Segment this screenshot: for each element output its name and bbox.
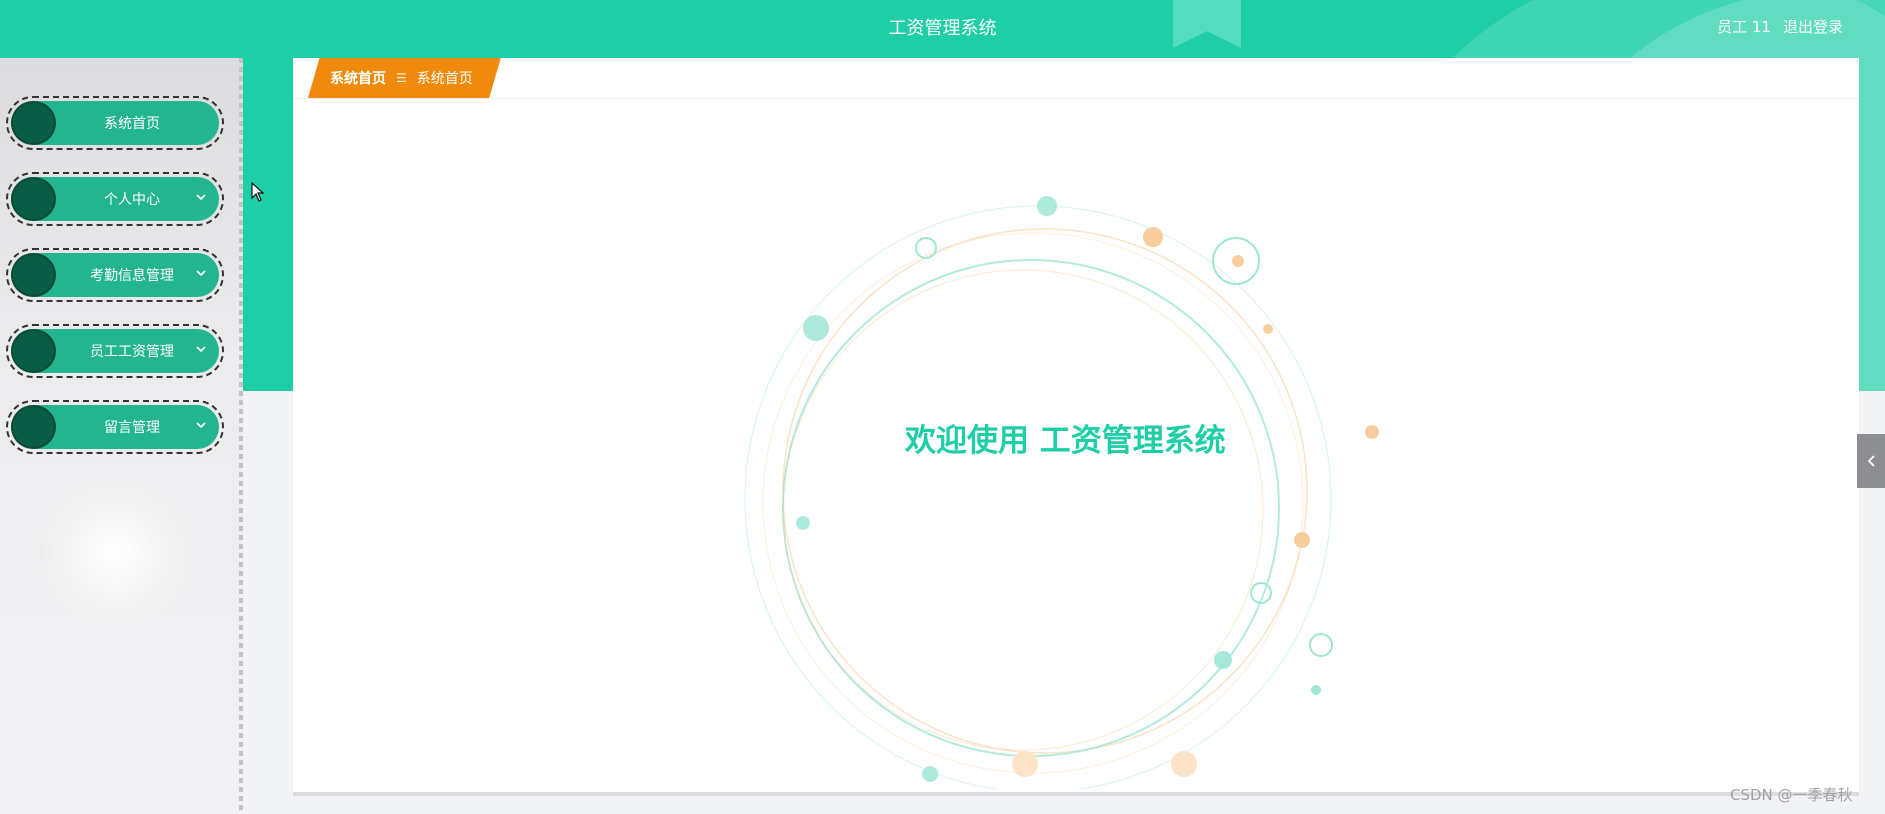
app-title: 工资管理系统 (888, 18, 997, 39)
chevron-down-icon[interactable] (195, 343, 207, 355)
chevron-down-icon[interactable] (195, 267, 207, 279)
sidebar-item-pill[interactable]: 留言管理 (11, 405, 219, 449)
breadcrumb-separator-icon: ☰ (396, 71, 407, 85)
app-window: 工资管理系统 员工 11 退出登录 系统首页 个人中心 考勤信息管理 员工工资管… (0, 0, 1885, 814)
sidebar-item-pill[interactable]: 系统首页 (11, 101, 219, 145)
collapse-tab[interactable] (1857, 434, 1885, 488)
nav-dot-icon (11, 329, 56, 373)
nav-dot-icon (11, 101, 56, 145)
sidebar-item-attendance[interactable]: 考勤信息管理 (6, 248, 224, 302)
sidebar: 系统首页 个人中心 考勤信息管理 员工工资管理 留言管理 (0, 58, 243, 814)
sidebar-glow (40, 478, 190, 628)
mouse-cursor-icon (251, 182, 265, 202)
welcome-app-name: 工资管理系统 (1039, 423, 1226, 459)
main-content: 系统首页 ☰ 系统首页 欢迎使用 工资管理系统 (293, 58, 1859, 796)
sidebar-item-home[interactable]: 系统首页 (6, 96, 224, 150)
sidebar-item-pill[interactable]: 考勤信息管理 (11, 253, 219, 297)
sidebar-item-salary[interactable]: 员工工资管理 (6, 324, 224, 378)
welcome-prefix: 欢迎使用 (905, 423, 1029, 459)
sidebar-item-pill[interactable]: 员工工资管理 (11, 329, 219, 373)
watermark: CSDN @一季春秋 (1730, 786, 1853, 804)
chevron-down-icon[interactable] (195, 419, 207, 431)
breadcrumb-home[interactable]: 系统首页 (330, 68, 386, 88)
user-area: 员工 11 退出登录 (1717, 16, 1843, 37)
decorative-rings (744, 205, 1332, 789)
breadcrumb-current: 系统首页 (416, 71, 473, 87)
breadcrumb: 系统首页 ☰ 系统首页 (308, 58, 501, 98)
sidebar-item-messages[interactable]: 留言管理 (6, 400, 224, 454)
sidebar-item-pill[interactable]: 个人中心 (11, 177, 219, 221)
current-user: 员工 11 (1717, 18, 1771, 36)
chevron-left-icon[interactable] (1865, 454, 1877, 468)
logout-link[interactable]: 退出登录 (1783, 16, 1843, 37)
nav-dot-icon (11, 177, 56, 221)
nav-dot-icon (11, 253, 56, 297)
nav-dot-icon (11, 405, 56, 449)
chevron-down-icon[interactable] (195, 191, 207, 203)
welcome-heading: 欢迎使用 工资管理系统 (905, 415, 1285, 460)
sidebar-item-personal-center[interactable]: 个人中心 (6, 172, 224, 226)
